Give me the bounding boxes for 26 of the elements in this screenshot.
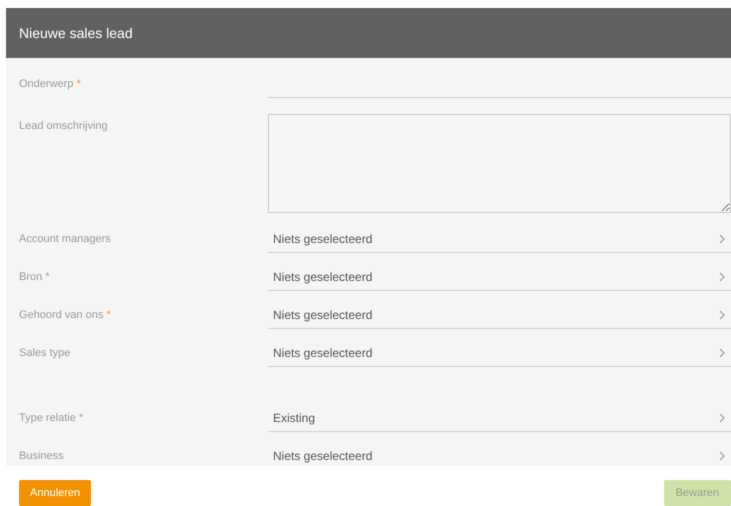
select-field[interactable]: Niets geselecteerd: [268, 339, 731, 367]
field-label: Gehoord van ons: [19, 309, 104, 321]
select-field[interactable]: Niets geselecteerd: [268, 263, 731, 291]
chevron-right-icon: [719, 348, 725, 358]
chevron-right-icon: [719, 272, 725, 282]
required-mark: *: [106, 309, 111, 321]
required-mark: *: [78, 412, 84, 424]
field-label: Type relatie: [19, 412, 76, 424]
field-label: Bron: [19, 271, 42, 283]
required-mark: *: [76, 78, 81, 90]
select-field[interactable]: Niets geselecteerd: [268, 225, 731, 253]
chevron-right-icon: [719, 234, 725, 244]
field-label: Business: [19, 450, 64, 462]
select-field[interactable]: Niets geselecteerd: [268, 301, 731, 329]
chevron-right-icon: [719, 412, 725, 422]
field-label: Onderwerp: [19, 78, 74, 90]
description-field[interactable]: [268, 114, 731, 213]
chevron-right-icon: [719, 310, 725, 320]
select-field[interactable]: Niets geselecteerd: [268, 442, 731, 466]
field-label: Lead omschrijving: [19, 120, 108, 132]
field-label: Account managers: [19, 233, 111, 245]
field-label: Sales type: [19, 347, 70, 359]
select-field[interactable]: Existing: [268, 404, 731, 432]
chevron-right-icon: [719, 450, 725, 460]
dialog-title: Nieuwe sales lead: [19, 25, 133, 41]
required-mark: *: [45, 271, 50, 283]
